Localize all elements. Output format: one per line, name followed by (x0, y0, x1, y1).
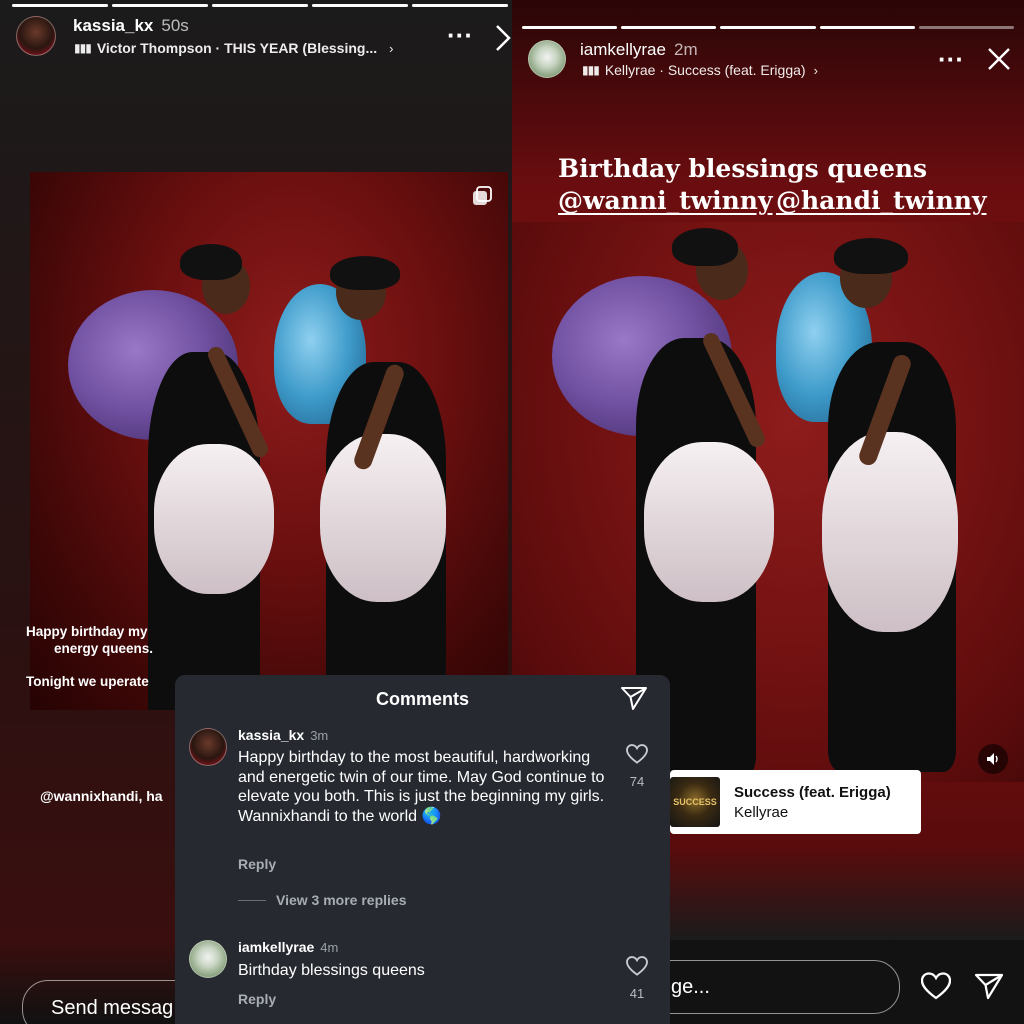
like-count: 41 (629, 986, 645, 1001)
avatar[interactable] (16, 16, 56, 56)
heart-icon[interactable] (626, 744, 648, 769)
music-attribution[interactable]: ▮▮▮ Kellyrae · Success (feat. Erigga) › (582, 62, 818, 78)
send-message-placeholder: Send messag (51, 996, 174, 1019)
chevron-right-icon[interactable] (494, 24, 512, 57)
mention-sticker[interactable]: @wanni_twinny (558, 186, 773, 215)
music-label: Victor Thompson · THIS YEAR (Blessing... (96, 40, 378, 56)
song-title: Success (feat. Erigga) (734, 783, 891, 801)
music-attribution[interactable]: ▮▮▮ Victor Thompson · THIS YEAR (Blessin… (74, 40, 393, 56)
album-title: SUCCESS (673, 797, 717, 807)
send-icon[interactable] (974, 972, 1004, 1005)
chevron-right-icon: › (389, 40, 394, 56)
avatar[interactable] (189, 940, 227, 978)
story-progress-bars (522, 26, 1015, 29)
send-message-placeholder: ge... (671, 975, 710, 998)
more-icon[interactable]: ··· (938, 46, 964, 72)
more-icon[interactable]: ··· (447, 22, 473, 48)
post-time: 2m (673, 40, 698, 59)
comment-text: Birthday blessings queens (238, 962, 425, 979)
progress-segment (621, 26, 717, 29)
replies-divider (238, 900, 266, 901)
story-caption-line: Tonight we uperate (26, 674, 149, 689)
story-header: kassia_kx 50s (73, 16, 189, 36)
like-count: 74 (629, 774, 645, 789)
progress-segment (112, 4, 208, 7)
story-caption-line: energy queens. (54, 641, 154, 656)
avatar[interactable] (189, 728, 227, 766)
progress-segment (819, 26, 915, 29)
progress-segment (918, 26, 1015, 29)
artist-name: Kellyrae (734, 803, 789, 821)
album-art: SUCCESS (670, 777, 720, 827)
comments-sheet[interactable]: Comments kassia_kx 3m Happy birthday to … (175, 675, 670, 1024)
progress-segment (720, 26, 816, 29)
comments-title: Comments (375, 689, 469, 709)
post-time: 50s (161, 16, 189, 35)
comment-username[interactable]: iamkellyrae (238, 939, 314, 955)
music-bars-icon: ▮▮▮ (582, 63, 600, 77)
comment-username[interactable]: kassia_kx (238, 727, 304, 743)
chevron-right-icon: › (813, 62, 818, 78)
send-message-input[interactable]: ge... (632, 960, 900, 1014)
comment-text: Happy birthday to the most beautiful, ha… (238, 749, 605, 825)
progress-segment (312, 4, 408, 7)
reply-button[interactable]: Reply (238, 991, 276, 1007)
volume-icon[interactable] (978, 744, 1008, 774)
story-caption-line: Happy birthday my (26, 624, 148, 639)
story-header: iamkellyrae 2m (580, 40, 698, 60)
story-mention[interactable]: @wannixhandi, ha (40, 787, 163, 805)
progress-segment (212, 4, 308, 7)
username[interactable]: iamkellyrae (580, 40, 666, 60)
send-icon[interactable] (620, 685, 648, 716)
music-sticker-info: Success (feat. Erigga) Kellyrae (734, 784, 891, 821)
comment-header: kassia_kx 3m (238, 727, 328, 743)
music-label: Kellyrae · Success (feat. Erigga) (604, 62, 806, 78)
story-progress-bars (12, 4, 508, 7)
reply-button[interactable]: Reply (238, 856, 276, 872)
progress-segment (412, 4, 508, 7)
avatar[interactable] (528, 40, 566, 78)
close-icon[interactable] (986, 46, 1012, 77)
heart-icon[interactable] (920, 972, 952, 1005)
progress-segment (12, 4, 108, 7)
story-headline: Birthday blessings queens (558, 154, 928, 183)
view-more-replies-button[interactable]: View 3 more replies (276, 892, 406, 908)
comment-time: 4m (320, 940, 339, 955)
music-bars-icon: ▮▮▮ (74, 41, 92, 55)
progress-segment (522, 26, 618, 29)
comment-header: iamkellyrae 4m (238, 939, 338, 955)
username[interactable]: kassia_kx (73, 16, 153, 36)
mention-sticker[interactable]: @handi_twinny (776, 186, 986, 215)
music-sticker[interactable]: SUCCESS Success (feat. Erigga) Kellyrae (670, 770, 921, 834)
heart-icon[interactable] (626, 956, 648, 981)
comment-time: 3m (310, 728, 329, 743)
multiple-photos-icon (472, 186, 492, 206)
